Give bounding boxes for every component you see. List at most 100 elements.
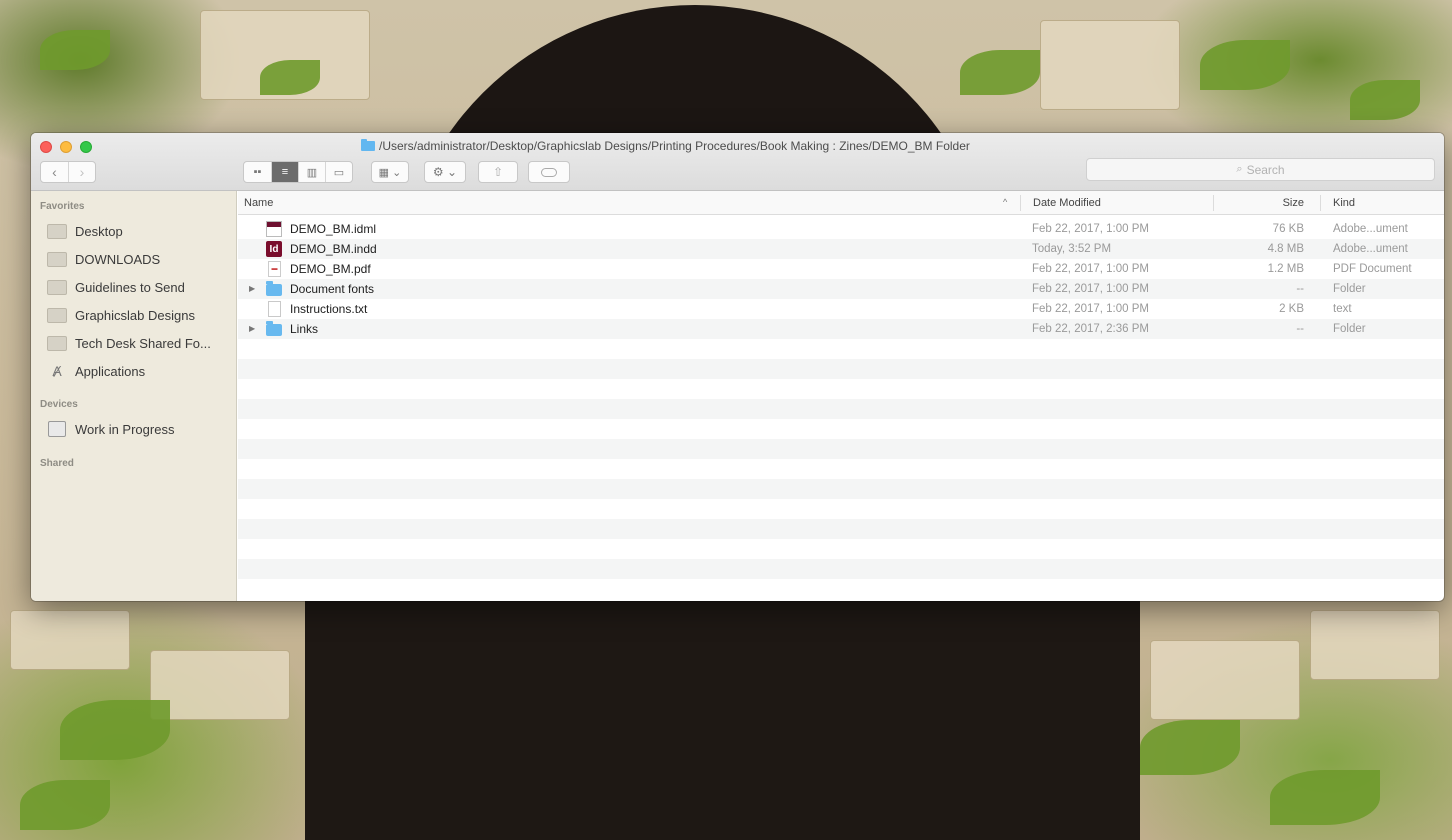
empty-row	[238, 499, 1444, 519]
wallpaper-leaf	[20, 780, 110, 830]
minimize-window-button[interactable]	[60, 141, 72, 153]
column-view-button[interactable]: ▥	[298, 162, 325, 182]
wallpaper-leaf	[1200, 40, 1290, 90]
file-kind: Adobe...ument	[1333, 223, 1408, 235]
cover-flow-view-button[interactable]: ▭	[325, 162, 352, 182]
wallpaper-tunnel-opening	[305, 600, 1140, 840]
empty-row	[238, 339, 1444, 359]
sidebar-item-applications[interactable]: Ⱥ Applications	[47, 359, 233, 383]
action-button[interactable]: ⚙ ⌄	[424, 161, 466, 183]
file-date-modified: Feb 22, 2017, 1:00 PM	[1032, 283, 1149, 295]
file-size: 76 KB	[1272, 223, 1304, 235]
cover-flow-icon: ▭	[333, 166, 345, 179]
indd-file-icon: Id	[266, 241, 282, 257]
wallpaper-leaf	[1270, 770, 1380, 825]
column-header-kind[interactable]: Kind	[1333, 197, 1355, 209]
column-header-date-modified[interactable]: Date Modified	[1033, 197, 1101, 209]
disclosure-triangle-icon[interactable]: ▶	[249, 324, 255, 333]
applications-icon: Ⱥ	[52, 363, 62, 379]
pdf-file-icon: ▬	[268, 261, 281, 277]
file-list: Name ^ Date Modified Size Kind DEMO_BM.i…	[238, 191, 1444, 601]
chevron-right-icon: ›	[79, 164, 85, 180]
empty-row	[238, 479, 1444, 499]
file-size: --	[1296, 283, 1304, 295]
file-row[interactable]: Instructions.txt Feb 22, 2017, 1:00 PM 2…	[238, 299, 1444, 319]
disk-icon	[48, 421, 66, 437]
wallpaper-leaf	[260, 60, 320, 95]
wallpaper-leaf	[60, 700, 170, 760]
sort-ascending-icon: ^	[1003, 197, 1008, 207]
columns-icon: ▥	[306, 166, 318, 179]
disclosure-triangle-icon[interactable]: ▶	[249, 284, 255, 293]
wallpaper-leaf	[40, 30, 110, 70]
folder-icon	[47, 251, 67, 267]
file-name: DEMO_BM.idml	[290, 222, 377, 236]
sidebar-item-downloads[interactable]: DOWNLOADS	[47, 247, 233, 271]
close-window-button[interactable]	[40, 141, 52, 153]
column-divider[interactable]	[1320, 195, 1321, 211]
wallpaper-leaf	[960, 50, 1040, 95]
file-kind: PDF Document	[1333, 263, 1412, 275]
sidebar-item-guidelines-to-send[interactable]: Guidelines to Send	[47, 275, 233, 299]
file-row[interactable]: ▬ DEMO_BM.pdf Feb 22, 2017, 1:00 PM 1.2 …	[238, 259, 1444, 279]
file-name: Document fonts	[290, 282, 375, 296]
file-name: Instructions.txt	[290, 302, 368, 316]
wallpaper-leaf	[1350, 80, 1420, 120]
share-button[interactable]: ⇧	[478, 161, 518, 183]
file-row[interactable]: Id DEMO_BM.indd Today, 3:52 PM 4.8 MB Ad…	[238, 239, 1444, 259]
file-name: DEMO_BM.pdf	[290, 262, 371, 276]
list-view-button[interactable]: ≡	[271, 162, 298, 182]
view-mode-selector: ▪▪ ≡ ▥ ▭	[243, 161, 353, 183]
file-row[interactable]: ▶ Links Feb 22, 2017, 2:36 PM -- Folder	[238, 319, 1444, 339]
file-kind: text	[1333, 303, 1352, 315]
file-row[interactable]: DEMO_BM.idml Feb 22, 2017, 1:00 PM 76 KB…	[238, 219, 1444, 239]
window-path-title: /Users/administrator/Desktop/Graphicslab…	[379, 139, 970, 153]
arrange-button[interactable]: ▦ ⌄	[371, 161, 409, 183]
column-divider[interactable]	[1213, 195, 1214, 211]
folder-icon	[361, 139, 375, 151]
column-divider[interactable]	[1020, 195, 1021, 211]
folder-icon	[47, 335, 67, 351]
folder-icon	[47, 307, 67, 323]
list-icon: ≡	[281, 166, 289, 178]
folder-icon	[47, 279, 67, 295]
wallpaper-stone	[1150, 640, 1300, 720]
sidebar-heading-favorites: Favorites	[40, 201, 85, 212]
empty-row	[238, 459, 1444, 479]
file-row[interactable]: ▶ Document fonts Feb 22, 2017, 1:00 PM -…	[238, 279, 1444, 299]
sidebar-item-graphicslab-designs[interactable]: Graphicslab Designs	[47, 303, 233, 327]
sidebar-heading-devices: Devices	[40, 399, 78, 410]
sidebar-heading-shared: Shared	[40, 458, 74, 469]
search-field[interactable]: ⌕ Search	[1086, 158, 1435, 181]
column-header-size[interactable]: Size	[1283, 197, 1304, 209]
window-toolbar: /Users/administrator/Desktop/Graphicslab…	[31, 133, 1444, 191]
sidebar-item-tech-desk-shared[interactable]: Tech Desk Shared Fo...	[47, 331, 233, 355]
file-size: 2 KB	[1279, 303, 1304, 315]
empty-row	[238, 419, 1444, 439]
sidebar-item-label: Graphicslab Designs	[75, 307, 195, 323]
file-size: --	[1296, 323, 1304, 335]
file-date-modified: Feb 22, 2017, 2:36 PM	[1032, 323, 1149, 335]
fullscreen-window-button[interactable]	[80, 141, 92, 153]
file-size: 4.8 MB	[1267, 243, 1304, 255]
sidebar-item-label: Work in Progress	[75, 421, 175, 437]
tags-button[interactable]	[528, 161, 570, 183]
text-file-icon	[268, 301, 281, 317]
navigation-buttons: ‹ ›	[40, 161, 96, 183]
wallpaper-leaf	[1140, 720, 1240, 775]
icon-view-button[interactable]: ▪▪	[244, 162, 271, 182]
back-button[interactable]: ‹	[41, 162, 68, 182]
file-date-modified: Today, 3:52 PM	[1032, 243, 1112, 255]
column-headers: Name ^ Date Modified Size Kind	[238, 191, 1444, 215]
chevron-left-icon: ‹	[52, 164, 57, 180]
sidebar-item-desktop[interactable]: Desktop	[47, 219, 233, 243]
sidebar-item-label: DOWNLOADS	[75, 251, 161, 267]
forward-button[interactable]: ›	[68, 162, 95, 182]
sidebar-item-work-in-progress[interactable]: Work in Progress	[47, 417, 233, 441]
column-header-name[interactable]: Name	[244, 197, 273, 209]
arrange-icon: ▦ ⌄	[378, 166, 402, 179]
empty-row	[238, 359, 1444, 379]
empty-row	[238, 579, 1444, 599]
empty-row	[238, 519, 1444, 539]
empty-row	[238, 439, 1444, 459]
